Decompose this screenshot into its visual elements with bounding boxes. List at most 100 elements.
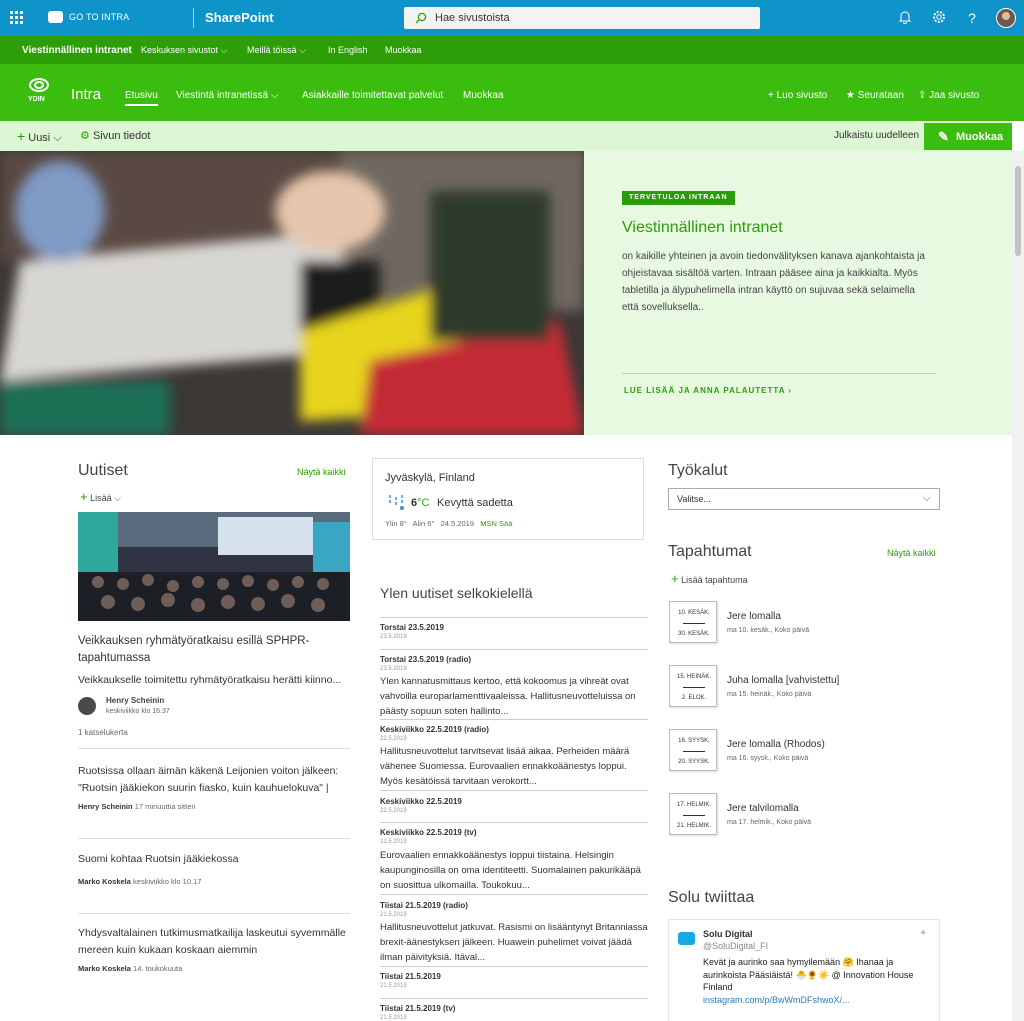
event-title[interactable]: Juha lomalla [vahvistettu] (727, 675, 839, 686)
yle-item-text: Hallitusneuvottelut tarvitsevat lisää ai… (380, 746, 630, 787)
news-item-title[interactable]: Yhdysvaltalainen tutkimusmatkailija lask… (78, 925, 352, 959)
welcome-tag: TERVETULOA INTRAAN (622, 191, 735, 205)
yle-item-heading[interactable]: Torstai 23.5.2019 (radio) (380, 655, 471, 664)
weather-temperature: 6°C (411, 497, 430, 509)
news-item-title[interactable]: Ruotsissa ollaan äimän käkenä Leijonien … (78, 763, 352, 797)
yle-item-heading[interactable]: Keskiviikko 22.5.2019 (380, 797, 462, 806)
event-detail: ma 15. heinäk., Koko päivä (727, 691, 812, 698)
yle-item-date: 22.5.2019 (380, 839, 407, 845)
weather-details: Ylin 8° Alin 6° 24.5.2019 MSN Sää (385, 519, 513, 528)
msn-link[interactable]: MSN Sää (480, 519, 512, 528)
news-featured-image[interactable] (78, 512, 350, 621)
sharepoint-title[interactable]: SharePoint (205, 10, 274, 25)
news-add-button[interactable]: + Lisää ⌵ (80, 489, 121, 504)
plus-icon: + (768, 90, 774, 101)
intra-logo-icon[interactable] (48, 11, 63, 23)
page-details-button[interactable]: ⚙ Sivun tiedot (80, 129, 150, 142)
page-scrollbar[interactable] (1012, 151, 1024, 1021)
add-event-button[interactable]: + Lisää tapahtuma (671, 571, 748, 586)
yle-item-heading[interactable]: Keskiviikko 22.5.2019 (tv) (380, 828, 477, 837)
news-see-all-link[interactable]: Näytä kaikki (297, 467, 346, 477)
nav-item-edit[interactable]: Muokkaa (463, 90, 504, 101)
hub-title[interactable]: Viestinnällinen intranet (22, 45, 132, 56)
bell-icon[interactable] (897, 10, 913, 26)
read-more-link[interactable]: LUE LISÄÄ JA ANNA PALAUTETTA › (624, 386, 792, 395)
event-detail: ma 10. kesäk., Koko päivä (727, 627, 810, 634)
nav-item-asiakkaille[interactable]: Asiakkaille toimitettavat palvelut (302, 90, 443, 101)
share-icon: ⇪ (918, 90, 927, 101)
site-name[interactable]: Intra (71, 86, 101, 103)
tweet-link[interactable]: instagram.com/p/BwWmDFshwoX/... (703, 995, 850, 1005)
yle-item-heading[interactable]: Tiistai 21.5.2019 (tv) (380, 1004, 455, 1013)
divider (380, 617, 648, 618)
divider (380, 998, 648, 999)
weather-location: Jyväskylä, Finland (385, 472, 475, 484)
gear-icon[interactable] (931, 10, 947, 26)
avatar[interactable] (996, 8, 1016, 28)
yle-item-heading[interactable]: Tiistai 21.5.2019 (380, 972, 441, 981)
tweet-author[interactable]: Solu Digital (703, 929, 753, 939)
event-date-badge: 16. SYYSK. 20. SYYSK. (669, 729, 717, 771)
yle-item-date: 23.5.2019 (380, 666, 407, 672)
hub-item-in-english[interactable]: In English (328, 45, 368, 55)
event-detail: ma 16. syysk., Koko päivä (727, 755, 809, 762)
yle-item-date: 22.5.2019 (380, 736, 407, 742)
yle-item-heading[interactable]: Torstai 23.5.2019 (380, 623, 444, 632)
news-featured-title[interactable]: Veikkauksen ryhmätyöratkaisu esillä SPHP… (78, 633, 352, 667)
yle-item-heading[interactable]: Tiistai 21.5.2019 (radio) (380, 901, 468, 910)
nav-item-viestinta[interactable]: Viestintä intranetissä ⌵ (176, 90, 278, 101)
events-see-all-link[interactable]: Näytä kaikki (887, 548, 936, 558)
rain-icon (389, 495, 404, 510)
divider (380, 790, 648, 791)
news-featured-excerpt: Veikkaukselle toimitettu ryhmätyöratkais… (78, 674, 342, 686)
event-title[interactable]: Jere talvilomalla (727, 803, 799, 814)
divider (380, 719, 648, 720)
suite-bar: GO TO INTRA SharePoint Hae sivustoista ? (0, 0, 1024, 36)
tweet-text: Kevät ja aurinko saa hymyilemään 🤗 Ihana… (703, 957, 914, 992)
event-title[interactable]: Jere lomalla (727, 611, 781, 622)
weather-condition: Kevyttä sadetta (437, 497, 513, 509)
go-to-intra-link[interactable]: GO TO INTRA (69, 12, 129, 22)
republished-status: Julkaistu uudelleen (834, 130, 920, 141)
follow-button[interactable]: ★ Seurataan (846, 90, 904, 101)
news-featured-author[interactable]: Henry Scheinin (106, 696, 164, 705)
site-logo[interactable]: YDIN (24, 78, 54, 108)
solu-logo-icon (678, 932, 695, 945)
event-date-badge: 10. KESÄK. 30. KESÄK. (669, 601, 717, 643)
tweet-handle[interactable]: @SoluDigital_FI (703, 941, 768, 951)
avatar (78, 697, 96, 715)
twitter-icon[interactable]: ✦ (919, 928, 927, 939)
create-site-button[interactable]: + Luo sivusto (768, 90, 827, 101)
event-title[interactable]: Jere lomalla (Rhodos) (727, 739, 825, 750)
divider (78, 913, 350, 914)
weather-widget: Jyväskylä, Finland 6°C Kevyttä sadetta Y… (372, 458, 644, 540)
star-icon: ★ (846, 90, 855, 101)
news-title: Uutiset (78, 462, 128, 479)
search-input[interactable]: Hae sivustoista (404, 7, 760, 29)
news-featured-views: 1 katselukerta (78, 728, 128, 737)
hub-item-edit[interactable]: Muokkaa (385, 45, 422, 55)
tools-select[interactable]: Valitse... ⌵ (668, 488, 940, 510)
new-button[interactable]: + Uusi ⌵ (17, 128, 62, 145)
divider (622, 373, 936, 374)
divider (78, 748, 350, 749)
event-date-badge: 15. HEINÄK. 2. ELOK. (669, 665, 717, 707)
yle-item-heading[interactable]: Keskiviikko 22.5.2019 (radio) (380, 725, 489, 734)
hero-image (0, 151, 584, 435)
hub-item-keskuksen-sivustot[interactable]: Keskuksen sivustot ⌵ (141, 45, 227, 56)
yle-title: Ylen uutiset selkokielellä (380, 585, 533, 601)
plus-icon: + (80, 489, 88, 504)
news-item-title[interactable]: Suomi kohtaa Ruotsin jääkiekossa (78, 851, 352, 868)
edit-button[interactable]: ✎ Muokkaa (924, 123, 1012, 150)
divider (380, 649, 648, 650)
plus-icon: + (671, 571, 679, 586)
app-launcher-icon[interactable] (10, 11, 23, 24)
search-icon (415, 12, 427, 24)
share-site-button[interactable]: ⇪ Jaa sivusto (918, 90, 979, 101)
nav-item-etusivu[interactable]: Etusivu (125, 90, 158, 106)
plus-icon: + (17, 128, 26, 144)
hub-item-meilla-toissa[interactable]: Meillä töissä ⌵ (247, 45, 306, 56)
help-icon[interactable]: ? (964, 10, 980, 26)
tweets-title: Solu twiittaa (668, 889, 755, 906)
event-detail: ma 17. helmik., Koko päivä (727, 819, 812, 826)
